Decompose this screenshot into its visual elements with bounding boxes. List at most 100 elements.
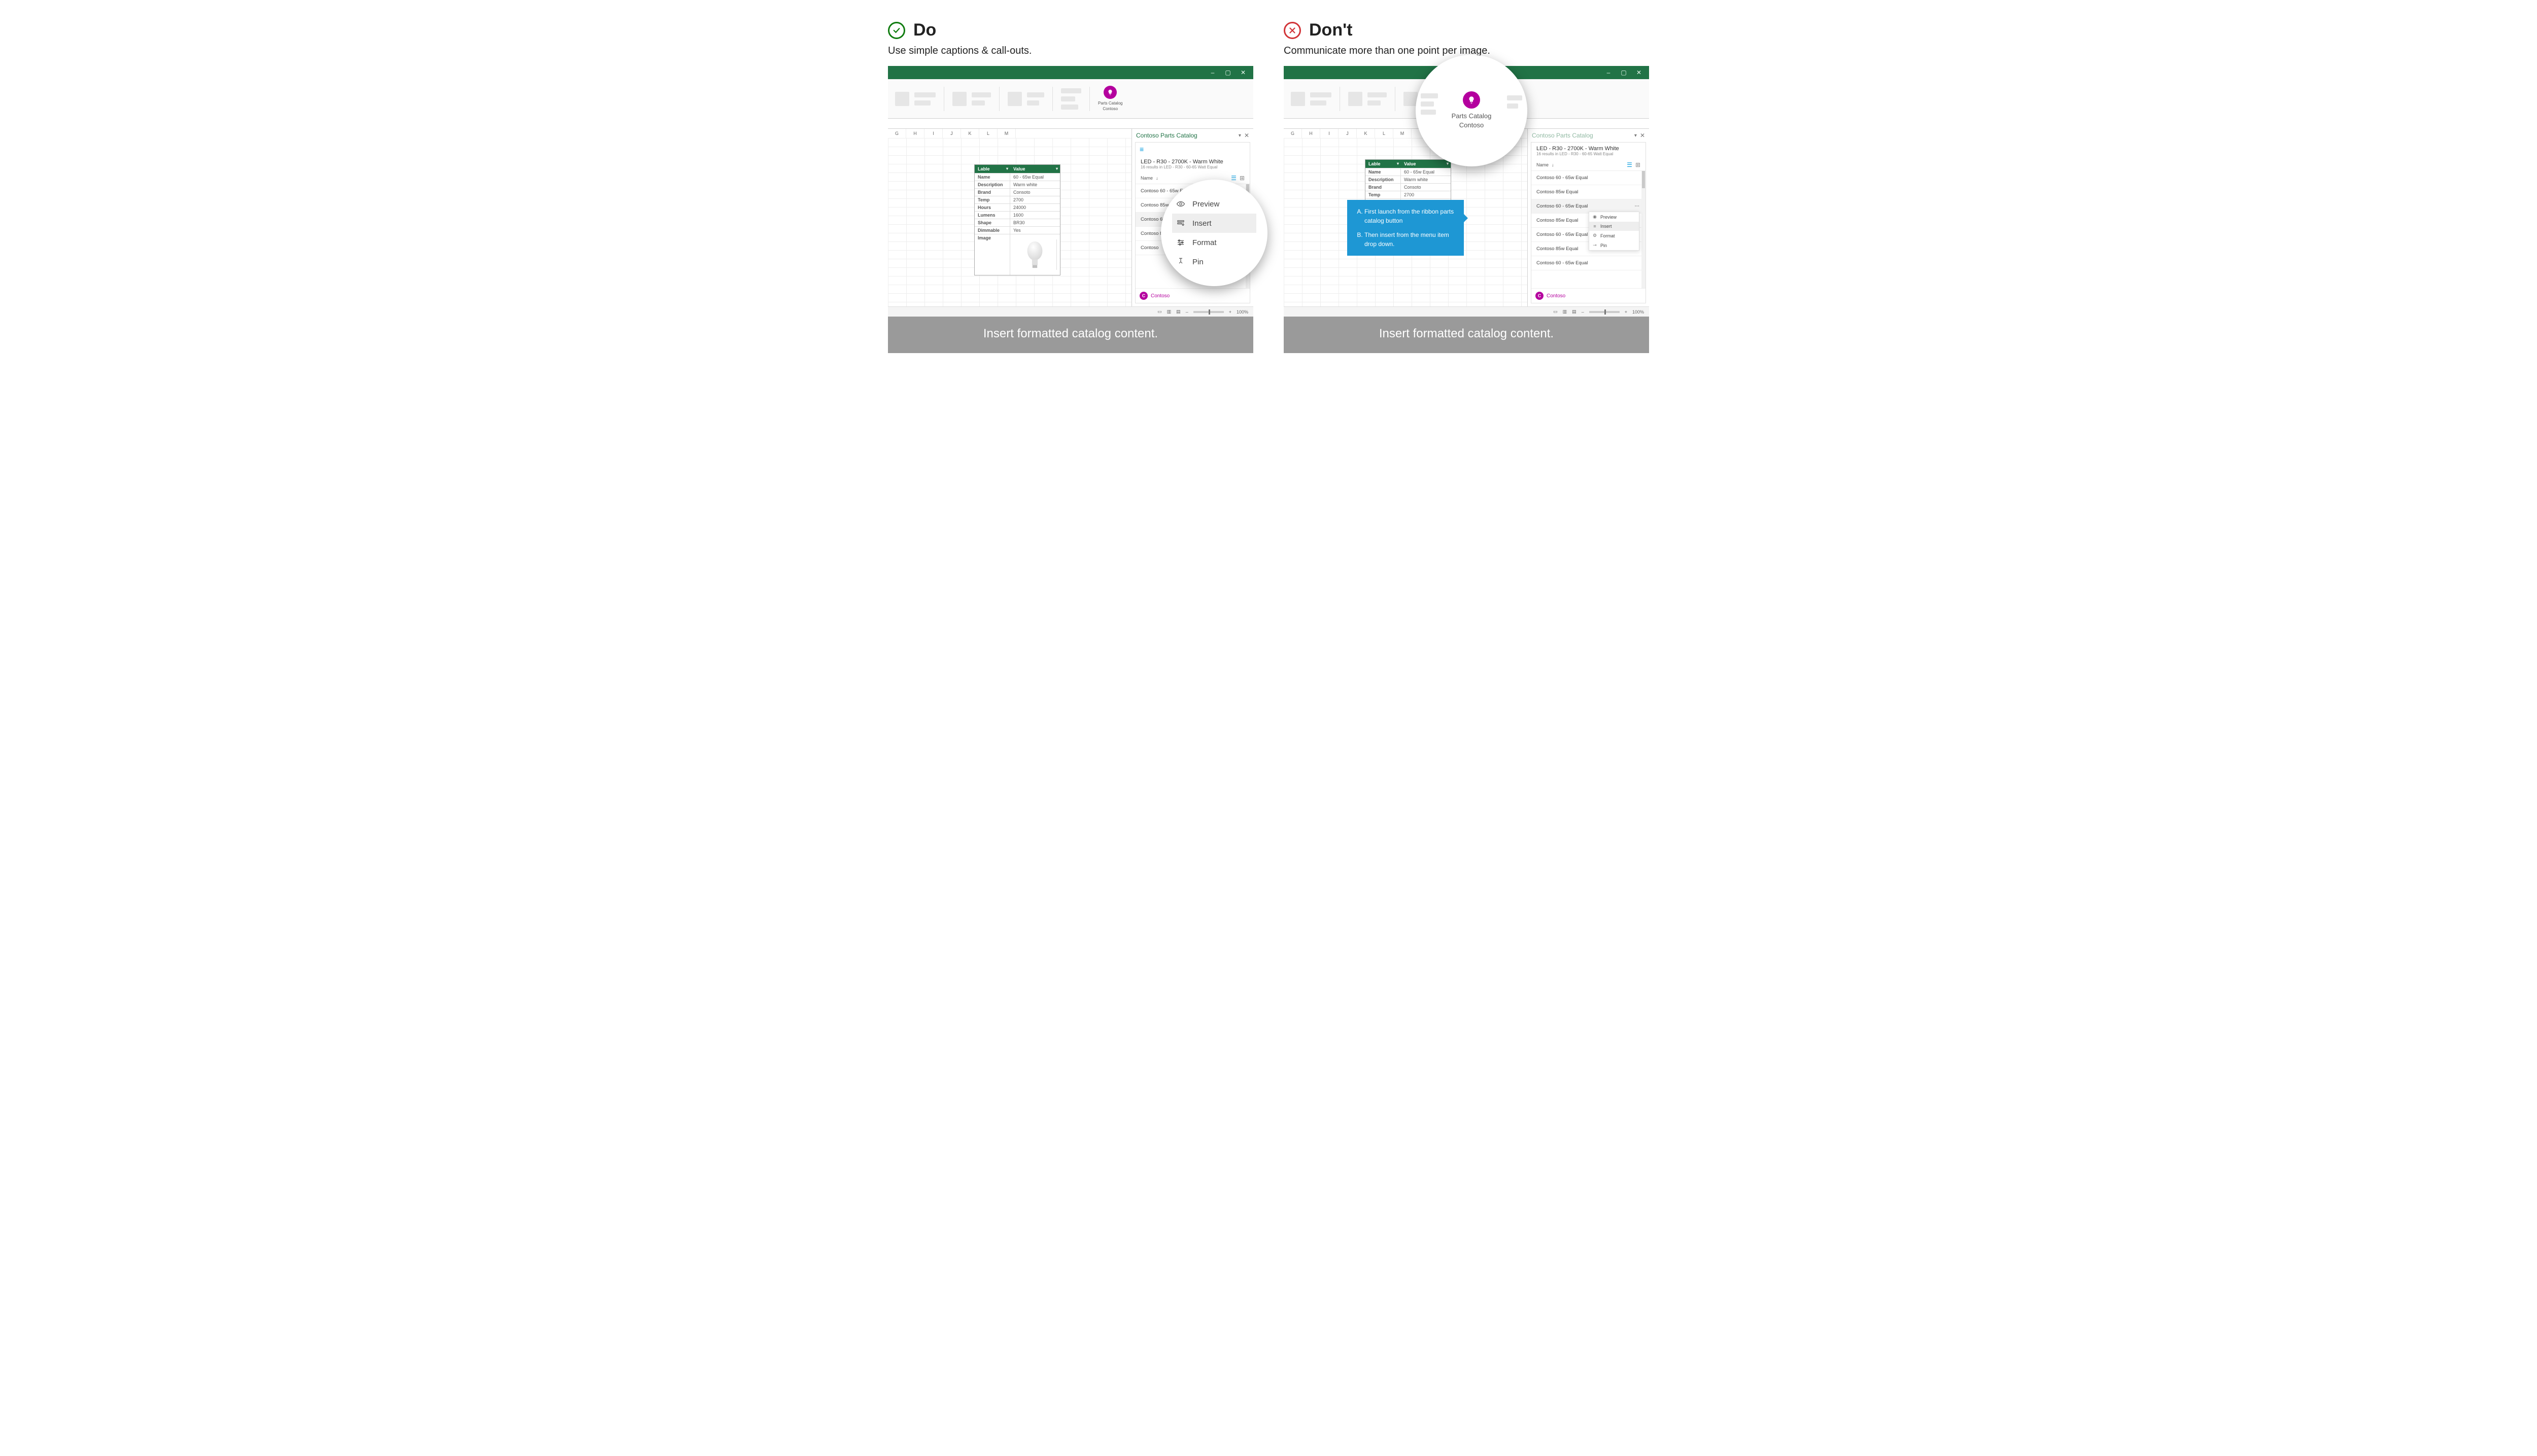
table-header[interactable]: Lable bbox=[975, 165, 1010, 173]
chevron-down-icon[interactable]: ▾ bbox=[1239, 133, 1241, 138]
eye-icon bbox=[1176, 199, 1185, 209]
excel-window: – ▢ ✕ bbox=[888, 66, 1253, 317]
menu-format[interactable]: Format bbox=[1172, 233, 1256, 252]
search-result-count: 16 results in LED - R30 - 60-65 Watt Equ… bbox=[1136, 165, 1250, 172]
close-icon[interactable]: ✕ bbox=[1636, 70, 1642, 76]
zoom-out-icon[interactable]: – bbox=[1186, 309, 1188, 315]
maximize-icon[interactable]: ▢ bbox=[1225, 70, 1231, 76]
excel-ribbon: Parts Catalog Contoso bbox=[888, 79, 1253, 119]
list-item[interactable]: Contoso 60 - 65w Equal bbox=[1531, 256, 1645, 270]
close-icon[interactable]: ✕ bbox=[1640, 132, 1645, 139]
task-pane: Contoso Parts Catalog ▾ ✕ LED - R30 - 27… bbox=[1527, 129, 1649, 306]
menu-insert[interactable]: ≡Insert bbox=[1589, 222, 1639, 231]
results-list: Contoso 60 - 65w Equal Contoso 85w Equal… bbox=[1531, 171, 1645, 288]
table-header[interactable]: Value bbox=[1010, 165, 1060, 173]
table-header[interactable]: Lable bbox=[1365, 160, 1401, 168]
view-pagelayout-icon[interactable]: ▥ bbox=[1167, 309, 1172, 315]
task-pane-footer: C Contoso bbox=[1136, 288, 1250, 303]
do-figure: – ▢ ✕ bbox=[888, 66, 1253, 353]
view-pagebreak-icon[interactable]: ▤ bbox=[1572, 309, 1576, 315]
view-normal-icon[interactable]: ▭ bbox=[1157, 309, 1162, 315]
list-item[interactable]: Contoso 60 - 65w Equal bbox=[1531, 171, 1645, 185]
menu-preview[interactable]: Preview bbox=[1172, 194, 1256, 214]
view-pagelayout-icon[interactable]: ▥ bbox=[1563, 309, 1567, 315]
brand-name: Contoso bbox=[1151, 293, 1170, 299]
ribbon-addin-label-2: Contoso bbox=[1098, 107, 1122, 112]
column-headers: G H I J K L M bbox=[888, 129, 1132, 138]
sort-label: Name bbox=[1536, 162, 1549, 167]
check-circle-icon bbox=[888, 22, 905, 39]
menu-pin[interactable]: Pin bbox=[1172, 252, 1256, 271]
list-item[interactable]: Contoso 85w Equal bbox=[1531, 185, 1645, 199]
dont-panel: Don't Communicate more than one point pe… bbox=[1284, 20, 1649, 353]
lightbulb-icon bbox=[1104, 86, 1117, 99]
grid-view-icon[interactable]: ⊞ bbox=[1240, 175, 1245, 182]
context-dropdown: ◉Preview ≡Insert ⚙Format ⊸Pin bbox=[1589, 212, 1639, 251]
zoom-in-icon[interactable]: + bbox=[1625, 309, 1627, 315]
insert-icon: ≡ bbox=[1592, 224, 1597, 229]
table-header[interactable]: Value bbox=[1401, 160, 1451, 168]
eye-icon: ◉ bbox=[1592, 214, 1597, 220]
zoom-slider[interactable] bbox=[1589, 311, 1620, 313]
view-normal-icon[interactable]: ▭ bbox=[1553, 309, 1558, 315]
dont-caption: Insert formatted catalog content. bbox=[1284, 317, 1649, 353]
list-view-icon[interactable]: ☰ bbox=[1627, 161, 1632, 168]
sliders-icon: ⚙ bbox=[1592, 233, 1597, 238]
dont-title: Don't bbox=[1309, 20, 1353, 40]
product-image-cell bbox=[1010, 234, 1060, 275]
chevron-down-icon[interactable]: ▾ bbox=[1634, 133, 1637, 138]
scrollbar[interactable] bbox=[1641, 171, 1645, 288]
menu-format[interactable]: ⚙Format bbox=[1589, 231, 1639, 240]
minimize-icon[interactable]: – bbox=[1210, 70, 1216, 76]
excel-window: – ▢ ✕ bbox=[1284, 66, 1649, 317]
dont-figure: – ▢ ✕ bbox=[1284, 66, 1649, 353]
inserted-table: Lable Value Name60 - 65w Equal Descripti… bbox=[974, 164, 1060, 275]
view-pagebreak-icon[interactable]: ▤ bbox=[1176, 309, 1181, 315]
hamburger-icon[interactable]: ≡ bbox=[1136, 143, 1250, 156]
task-pane-title: Contoso Parts Catalog bbox=[1136, 132, 1197, 139]
ribbon-addin-label-2: Contoso bbox=[1452, 121, 1492, 130]
search-result-count: 16 results in LED - R30 - 60-65 Watt Equ… bbox=[1531, 152, 1645, 159]
do-caption: Insert formatted catalog content. bbox=[888, 317, 1253, 353]
sort-arrow-icon[interactable]: ↓ bbox=[1156, 176, 1158, 181]
sort-label: Name bbox=[1141, 176, 1153, 181]
sliders-icon bbox=[1176, 238, 1185, 247]
zoom-in-icon[interactable]: + bbox=[1229, 309, 1231, 315]
close-icon[interactable]: ✕ bbox=[1244, 132, 1249, 139]
zoom-slider[interactable] bbox=[1193, 311, 1224, 313]
close-icon[interactable]: ✕ bbox=[1240, 70, 1246, 76]
minimize-icon[interactable]: – bbox=[1605, 70, 1612, 76]
grid-view-icon[interactable]: ⊞ bbox=[1635, 161, 1640, 168]
more-icon[interactable]: ⋯ bbox=[1635, 203, 1641, 209]
magnifier-ribbon-button: Parts Catalog Contoso bbox=[1416, 55, 1527, 166]
status-bar: ▭ ▥ ▤ – + 100% bbox=[888, 306, 1253, 317]
pin-icon bbox=[1176, 257, 1185, 266]
ribbon-addin-label-1: Parts Catalog bbox=[1098, 101, 1122, 106]
do-subhead: Use simple captions & call-outs. bbox=[888, 45, 1253, 57]
zoom-out-icon[interactable]: – bbox=[1582, 309, 1584, 315]
spreadsheet-grid[interactable]: G H I J K L M Lable Value bbox=[888, 129, 1132, 306]
task-pane-title: Contoso Parts Catalog bbox=[1532, 132, 1593, 139]
ribbon-addin-label-1: Parts Catalog bbox=[1452, 112, 1492, 121]
pin-icon: ⊸ bbox=[1592, 242, 1597, 248]
sort-arrow-icon[interactable]: ↓ bbox=[1552, 162, 1554, 167]
lightbulb-icon bbox=[1463, 91, 1480, 109]
brand-badge: C bbox=[1140, 292, 1148, 300]
formula-bar[interactable] bbox=[888, 119, 1253, 129]
callout-step-b: Then insert from the menu item drop down… bbox=[1364, 230, 1456, 249]
zoom-level: 100% bbox=[1237, 309, 1248, 315]
callout-step-a: First launch from the ribbon parts catal… bbox=[1364, 207, 1456, 225]
do-panel: Do Use simple captions & call-outs. – ▢ … bbox=[888, 20, 1253, 353]
task-pane-footer: C Contoso bbox=[1531, 288, 1645, 303]
list-view-icon[interactable]: ☰ bbox=[1231, 175, 1237, 182]
brand-badge: C bbox=[1535, 292, 1544, 300]
menu-insert[interactable]: Insert bbox=[1172, 214, 1256, 233]
lightbulb-photo bbox=[1013, 239, 1057, 270]
x-circle-icon bbox=[1284, 22, 1301, 39]
menu-pin[interactable]: ⊸Pin bbox=[1589, 240, 1639, 250]
magnifier-context-menu: Preview Insert Format Pin bbox=[1161, 180, 1267, 286]
insert-icon bbox=[1176, 219, 1185, 228]
menu-preview[interactable]: ◉Preview bbox=[1589, 212, 1639, 222]
maximize-icon[interactable]: ▢ bbox=[1621, 70, 1627, 76]
ribbon-addin-button[interactable]: Parts Catalog Contoso bbox=[1098, 86, 1122, 112]
